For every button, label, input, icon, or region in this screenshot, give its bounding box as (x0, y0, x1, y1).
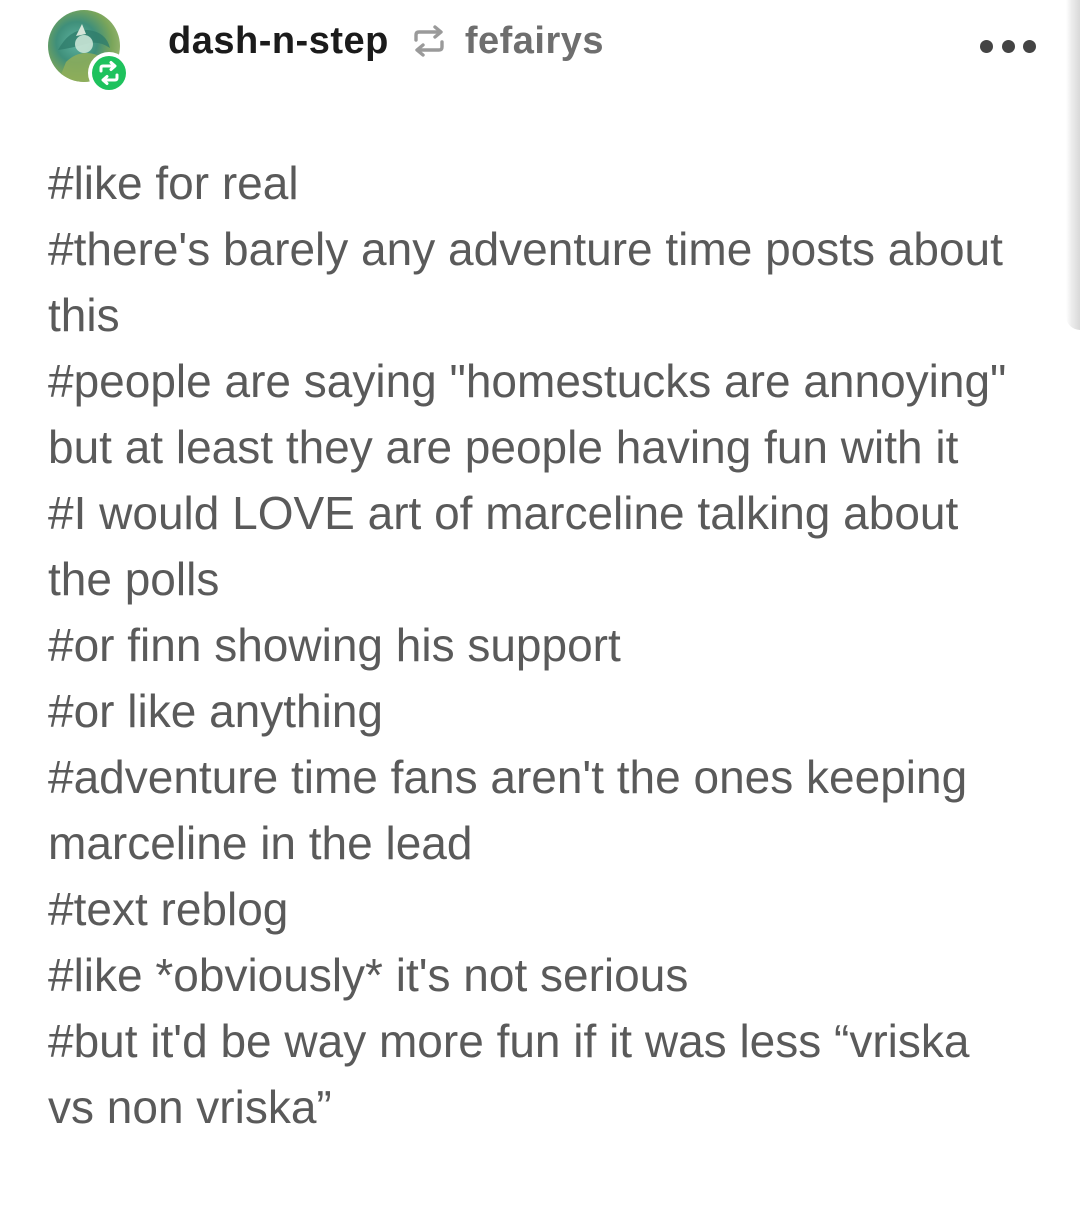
tag-item[interactable]: #text reblog (48, 876, 1008, 942)
tag-item[interactable]: #adventure time fans aren't the ones kee… (48, 744, 1008, 876)
post-attribution: dash-n-step fefairys (168, 16, 604, 66)
reblogger-name[interactable]: dash-n-step (168, 20, 389, 63)
tag-list: #like for real #there's barely any adven… (48, 150, 1008, 1140)
tag-item[interactable]: #like for real (48, 150, 1008, 216)
more-options-button[interactable] (980, 26, 1036, 66)
reblog-badge (88, 52, 130, 94)
tag-item[interactable]: #like *obviously* it's not serious (48, 942, 1008, 1008)
more-horizontal-icon (980, 39, 993, 53)
tag-item[interactable]: #but it'd be way more fun if it was less… (48, 1008, 1008, 1140)
post-header: dash-n-step fefairys (0, 0, 1080, 110)
tag-item[interactable]: #there's barely any adventure time posts… (48, 216, 1008, 348)
tag-item[interactable]: #or finn showing his support (48, 612, 1008, 678)
reblog-icon (99, 61, 119, 85)
reblog-arrow-icon (414, 25, 444, 57)
source-blog-name[interactable]: fefairys (465, 20, 604, 63)
tag-item[interactable]: #people are saying "homestucks are annoy… (48, 348, 1008, 480)
tag-item[interactable]: #or like anything (48, 678, 1008, 744)
tag-item[interactable]: #I would LOVE art of marceline talking a… (48, 480, 1008, 612)
